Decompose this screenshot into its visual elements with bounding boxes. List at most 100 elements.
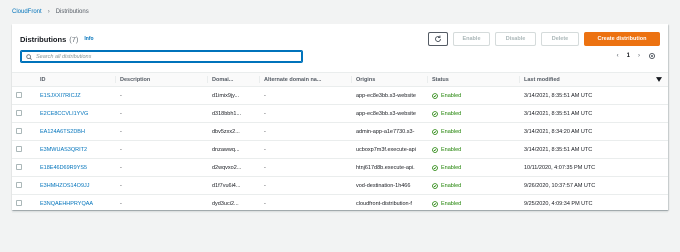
domain-cell: dnzawwq... <box>208 140 260 159</box>
status-text: Enabled <box>441 164 462 171</box>
gear-icon[interactable] <box>648 52 656 60</box>
search-input[interactable]: Search all distributions <box>20 50 303 63</box>
status-badge: Enabled <box>432 201 520 207</box>
column-label: ID <box>40 76 46 83</box>
description-cell: - <box>116 86 208 105</box>
table-row[interactable]: E1SJXXI7RICJZ - d1imix9jy... - app-ec8e3… <box>12 86 668 105</box>
status-text: Enabled <box>441 182 462 189</box>
row-checkbox[interactable] <box>16 110 22 117</box>
domain-cell: dyd3uci2... <box>208 194 260 213</box>
table-row[interactable]: E3HMHZOS14O9JJ - d1f7vu6i4... - vod-dest… <box>12 176 668 195</box>
table-row[interactable]: E3MWUAS3QRIT2 - dnzawwq... - ucboxp7m3f.… <box>12 140 668 159</box>
pagination: ‹ 1 › <box>617 52 656 60</box>
description-cell: - <box>116 104 208 123</box>
info-link[interactable]: Info <box>84 36 93 42</box>
page-number[interactable]: 1 <box>627 53 630 59</box>
search-icon <box>26 53 32 60</box>
check-circle-icon <box>432 200 438 207</box>
check-circle-icon <box>432 128 438 135</box>
description-cell: - <box>116 122 208 141</box>
last-modified-cell: 3/14/2021, 8:35:51 AM UTC <box>520 104 668 123</box>
domain-cell: d1f7vu6i4... <box>208 176 260 195</box>
distribution-id-link[interactable]: E2CE8CCVLI1YVG <box>36 104 116 123</box>
row-checkbox[interactable] <box>16 146 22 153</box>
check-circle-icon <box>432 164 438 171</box>
distribution-id-link[interactable]: E3MWUAS3QRIT2 <box>36 140 116 159</box>
delete-button[interactable]: Delete <box>541 32 579 46</box>
distribution-count: (7) <box>69 34 79 44</box>
alternate-domain-cell: - <box>260 104 352 123</box>
column-header-status[interactable]: Status <box>428 72 520 87</box>
distribution-id-link[interactable]: EA124A6TS2DBH <box>36 122 116 141</box>
alternate-domain-cell: - <box>260 158 352 177</box>
origin-cell: cloudfront-distribution-f <box>352 194 428 213</box>
create-distribution-button[interactable]: Create distribution <box>584 32 660 46</box>
row-checkbox[interactable] <box>16 92 22 99</box>
table-row[interactable]: E2CE8CCVLI1YVG - d318bbh1... - app-ec8e3… <box>12 104 668 123</box>
breadcrumb: CloudFront › Distributions <box>12 7 89 17</box>
row-checkbox[interactable] <box>16 200 22 207</box>
domain-cell: dbv5zxx2... <box>208 122 260 141</box>
alternate-domain-cell: - <box>260 194 352 213</box>
search-placeholder: Search all distributions <box>36 53 92 60</box>
distribution-id-link[interactable]: E3HMHZOS14O9JJ <box>36 176 116 195</box>
distributions-table: ID Description Domai... Alternate domain… <box>12 72 668 213</box>
chevron-left-icon[interactable]: ‹ <box>617 53 619 59</box>
disable-button[interactable]: Disable <box>495 32 536 46</box>
column-label: Last modified <box>524 76 560 83</box>
column-label: Status <box>432 76 449 83</box>
domain-cell: d2wqvxo2... <box>208 158 260 177</box>
panel-header: Distributions (7) Info Enable Disable De… <box>20 32 660 46</box>
table-row[interactable]: E3NQAEHHPRYQAA - dyd3uci2... - cloudfron… <box>12 194 668 213</box>
column-label: Alternate domain na... <box>264 76 322 83</box>
distributions-panel: Distributions (7) Info Enable Disable De… <box>12 24 668 213</box>
column-label: Origins <box>356 76 376 83</box>
alternate-domain-cell: - <box>260 86 352 105</box>
column-header-id[interactable]: ID <box>36 72 116 87</box>
column-header-origins[interactable]: Origins <box>352 72 428 87</box>
last-modified-cell: 9/26/2020, 10:37:57 AM UTC <box>520 176 668 195</box>
row-checkbox[interactable] <box>16 164 22 171</box>
status-badge: Enabled <box>432 93 520 99</box>
page-title: Distributions <box>20 34 67 44</box>
last-modified-cell: 3/14/2021, 8:35:51 AM UTC <box>520 140 668 159</box>
alternate-domain-cell: - <box>260 140 352 159</box>
check-circle-icon <box>432 92 438 99</box>
origin-cell: app-ec8e3bb.s3-website <box>352 104 428 123</box>
domain-cell: d1imix9jy... <box>208 86 260 105</box>
check-circle-icon <box>432 110 438 117</box>
table-row[interactable]: EA124A6TS2DBH - dbv5zxx2... - admin-app-… <box>12 122 668 141</box>
origin-cell: app-ec8e3bb.s3-website <box>352 86 428 105</box>
table-row[interactable]: E18E46D69R9YS5 - d2wqvxo2... - htnj617d8… <box>12 158 668 177</box>
distribution-id-link[interactable]: E18E46D69R9YS5 <box>36 158 116 177</box>
check-circle-icon <box>432 146 438 153</box>
last-modified-cell: 3/14/2021, 8:34:20 AM UTC <box>520 122 668 141</box>
distribution-id-link[interactable]: E1SJXXI7RICJZ <box>36 86 116 105</box>
sort-descending-icon[interactable] <box>656 77 662 82</box>
enable-button[interactable]: Enable <box>453 32 490 46</box>
refresh-icon <box>435 35 441 42</box>
breadcrumb-cloudfront-link[interactable]: CloudFront <box>12 9 42 15</box>
column-header-alternate-domain[interactable]: Alternate domain na... <box>260 72 352 87</box>
refresh-button[interactable] <box>428 32 448 46</box>
description-cell: - <box>116 158 208 177</box>
domain-cell: d318bbh1... <box>208 104 260 123</box>
distribution-id-link[interactable]: E3NQAEHHPRYQAA <box>36 194 116 213</box>
alternate-domain-cell: - <box>260 122 352 141</box>
status-badge: Enabled <box>432 183 520 189</box>
column-label: Domai... <box>212 76 234 83</box>
column-header-domain[interactable]: Domai... <box>208 72 260 87</box>
chevron-right-icon[interactable]: › <box>638 53 640 59</box>
origin-cell: vod-destination-1h466 <box>352 176 428 195</box>
column-header-description[interactable]: Description <box>116 72 208 87</box>
column-header-last-modified[interactable]: Last modified <box>520 72 668 87</box>
row-checkbox[interactable] <box>16 182 22 189</box>
description-cell: - <box>116 194 208 213</box>
description-cell: - <box>116 176 208 195</box>
origin-cell: ucboxp7m3f.execute-api <box>352 140 428 159</box>
last-modified-cell: 9/25/2020, 4:09:34 PM UTC <box>520 194 668 213</box>
table-header-row: ID Description Domai... Alternate domain… <box>12 72 668 87</box>
status-text: Enabled <box>441 146 462 153</box>
status-badge: Enabled <box>432 165 520 171</box>
row-checkbox[interactable] <box>16 128 22 135</box>
